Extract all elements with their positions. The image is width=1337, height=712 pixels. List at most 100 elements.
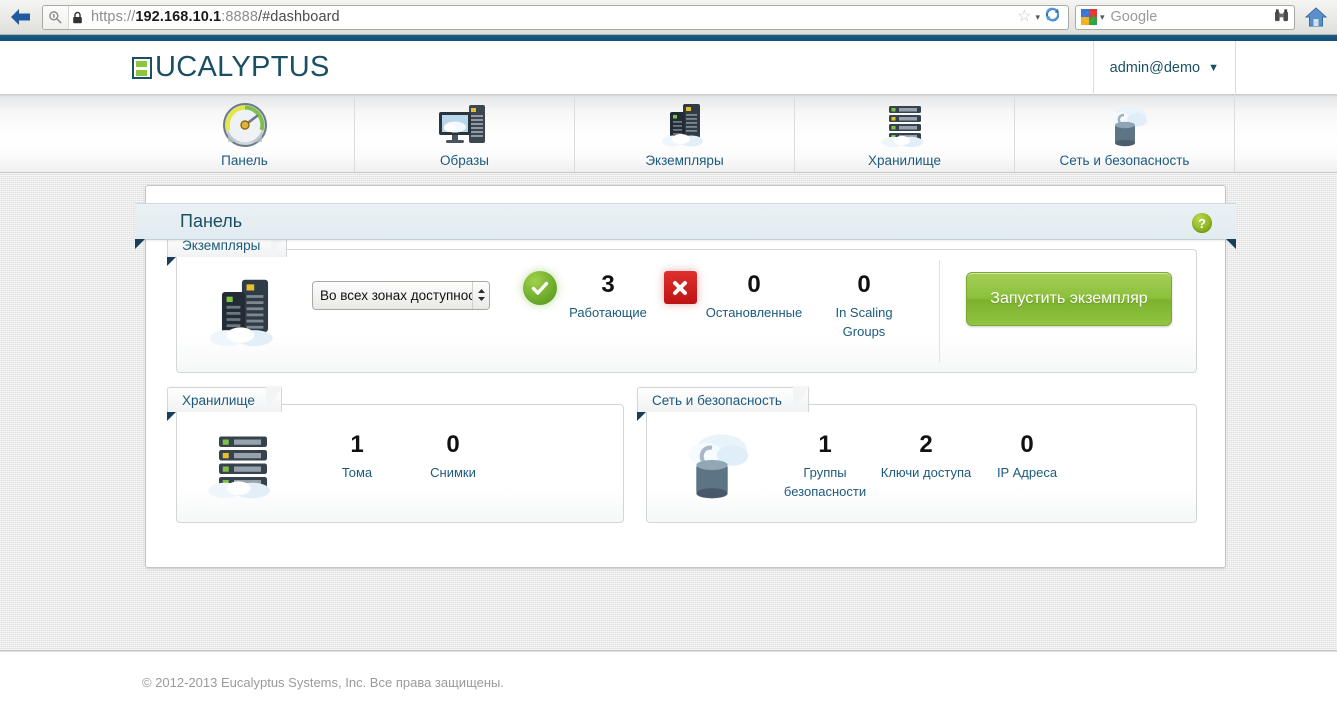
scaling-groups-label: In Scaling Groups: [835, 305, 893, 339]
copyright-text: © 2012-2013 Eucalyptus Systems, Inc. Все…: [142, 674, 504, 690]
ribbon-fold-left-icon: [135, 239, 145, 249]
scaling-groups-count: 0: [857, 271, 871, 298]
ip-addresses-label: IP Адреса: [996, 465, 1058, 480]
site-identity-button[interactable]: [43, 5, 69, 29]
url-text[interactable]: https://192.168.10.1:8888/#dashboard: [85, 9, 1013, 25]
nav-tab-storage[interactable]: Хранилище: [795, 95, 1015, 172]
running-label: Работающие: [569, 305, 647, 320]
gauge-icon: [222, 102, 268, 148]
storage-widget: Хранилище 1 Тома 0 Снимки: [167, 387, 624, 523]
page-title: Панель: [180, 211, 243, 231]
url-scheme: https://: [91, 9, 136, 25]
home-button[interactable]: [1301, 7, 1331, 27]
widget-divider: [939, 260, 940, 362]
nav-right-spacer: [1235, 95, 1337, 172]
url-path: /#dashboard: [258, 9, 340, 25]
running-count: 3: [601, 271, 615, 298]
nav-label-network-security: Сеть и безопасность: [1059, 152, 1190, 168]
stat-ip-addresses[interactable]: 0 IP Адреса: [979, 431, 1075, 482]
user-menu-label: admin@demo: [1109, 60, 1201, 76]
stat-security-groups[interactable]: 1 Группы безопасности: [777, 431, 873, 501]
snapshots-label: Снимки: [430, 465, 476, 480]
stat-snapshots[interactable]: 0 Снимки: [405, 431, 501, 482]
ip-addresses-count: 0: [1020, 431, 1034, 458]
stopped-count: 0: [747, 271, 761, 298]
search-bar[interactable]: ▾ Google: [1075, 4, 1295, 30]
tab-fold-icon: [167, 412, 176, 421]
back-button[interactable]: [6, 4, 36, 30]
padlock-icon: [69, 11, 85, 24]
storage-widget-tab-label: Хранилище: [182, 392, 255, 408]
search-input[interactable]: Google: [1105, 9, 1274, 25]
keypairs-label: Ключи доступа: [880, 465, 972, 480]
snapshots-count: 0: [446, 431, 460, 458]
storage-stats: 1 Тома 0 Снимки: [309, 421, 501, 482]
nav-tab-dashboard[interactable]: Панель: [135, 95, 355, 172]
stopped-label: Остановленные: [705, 305, 803, 320]
nav-tab-instances[interactable]: Экземпляры: [575, 95, 795, 172]
instances-widget-tab-label: Экземпляры: [182, 237, 261, 253]
storage-racks-cloud-icon: [877, 104, 933, 148]
security-groups-count: 1: [818, 431, 832, 458]
nav-label-storage: Хранилище: [868, 152, 941, 168]
home-icon: [1305, 7, 1327, 27]
storage-icon: [177, 421, 309, 509]
nav-left-spacer: [0, 95, 135, 172]
google-logo-icon[interactable]: [1080, 8, 1098, 26]
eucalyptus-logo[interactable]: UCALYPTUS: [132, 51, 330, 84]
binoculars-icon[interactable]: [1274, 8, 1289, 27]
servers-cloud-icon: [657, 103, 713, 148]
availability-zone-select-value: Во всех зонах доступности: [320, 287, 489, 303]
tab-fold-icon: [167, 257, 176, 266]
star-icon[interactable]: ☆: [1017, 9, 1031, 25]
main-navigation: Панель Образы Экземпляры Хранилище Сеть …: [0, 95, 1337, 173]
storage-widget-tab: Хранилище: [167, 387, 282, 421]
nav-label-instances: Экземпляры: [645, 152, 724, 168]
app-header: UCALYPTUS admin@demo ▼: [0, 41, 1337, 95]
euca-e-icon: [132, 56, 152, 79]
stat-keypairs[interactable]: 2 Ключи доступа: [873, 431, 979, 482]
page-footer: © 2012-2013 Eucalyptus Systems, Inc. Все…: [0, 651, 1337, 712]
nav-tab-network-security[interactable]: Сеть и безопасность: [1015, 95, 1235, 172]
stat-running-value: 3 Работающие: [564, 271, 652, 322]
ribbon-fold-right-icon: [1226, 239, 1236, 249]
instances-widget: Экземпляры Во всех зонах доступности 3 Р…: [167, 232, 1197, 373]
nav-tab-images[interactable]: Образы: [355, 95, 575, 172]
stat-stopped[interactable]: 0 Остановленные: [656, 271, 804, 322]
chevron-down-icon: ▼: [1208, 62, 1219, 74]
network-security-widget-tab: Сеть и безопасность: [637, 387, 809, 421]
address-bar-actions: ☆ ▾: [1013, 6, 1068, 28]
network-security-icon: [647, 421, 777, 509]
page-title-ribbon: Панель ?: [135, 203, 1236, 249]
url-port: :8888: [221, 9, 258, 25]
security-groups-label: Группы безопасности: [783, 465, 867, 499]
instances-stats: 3 Работающие 0 Остановленные 0 In Scalin…: [516, 266, 912, 341]
network-stats: 1 Группы безопасности 2 Ключи доступа 0 …: [777, 421, 1075, 501]
url-host: 192.168.10.1: [135, 9, 222, 25]
volumes-label: Тома: [341, 465, 373, 480]
page-body: Экземпляры Во всех зонах доступности 3 Р…: [0, 173, 1337, 651]
cross-icon: [663, 271, 697, 304]
stat-running[interactable]: 3 Работающие: [516, 271, 652, 322]
bookmark-caret-icon[interactable]: ▾: [1035, 12, 1040, 23]
availability-zone-select[interactable]: Во всех зонах доступности: [312, 280, 490, 310]
launch-instance-button[interactable]: Запустить экземпляр: [966, 272, 1172, 326]
stat-volumes[interactable]: 1 Тома: [309, 431, 405, 482]
dashboard-card: Экземпляры Во всех зонах доступности 3 Р…: [145, 185, 1226, 568]
user-menu[interactable]: admin@demo ▼: [1092, 41, 1236, 95]
availability-zone-select-wrap: Во всех зонах доступности: [312, 266, 490, 324]
browser-toolbar: https://192.168.10.1:8888/#dashboard ☆ ▾: [0, 0, 1337, 35]
reload-icon[interactable]: [1044, 6, 1061, 28]
volumes-count: 1: [350, 431, 364, 458]
check-icon: [523, 271, 557, 305]
launch-instance-button-label: Запустить экземпляр: [990, 290, 1148, 307]
tab-fold-icon: [637, 412, 646, 421]
stat-stopped-value: 0 Остановленные: [704, 271, 804, 322]
help-icon[interactable]: ?: [1192, 213, 1212, 233]
stat-scaling-groups[interactable]: 0 In Scaling Groups: [816, 271, 912, 341]
address-bar[interactable]: https://192.168.10.1:8888/#dashboard ☆ ▾: [42, 4, 1069, 30]
nav-label-dashboard: Панель: [221, 152, 268, 168]
nav-label-images: Образы: [440, 152, 489, 168]
cloud-lock-icon: [1097, 104, 1153, 148]
keypairs-count: 2: [919, 431, 933, 458]
